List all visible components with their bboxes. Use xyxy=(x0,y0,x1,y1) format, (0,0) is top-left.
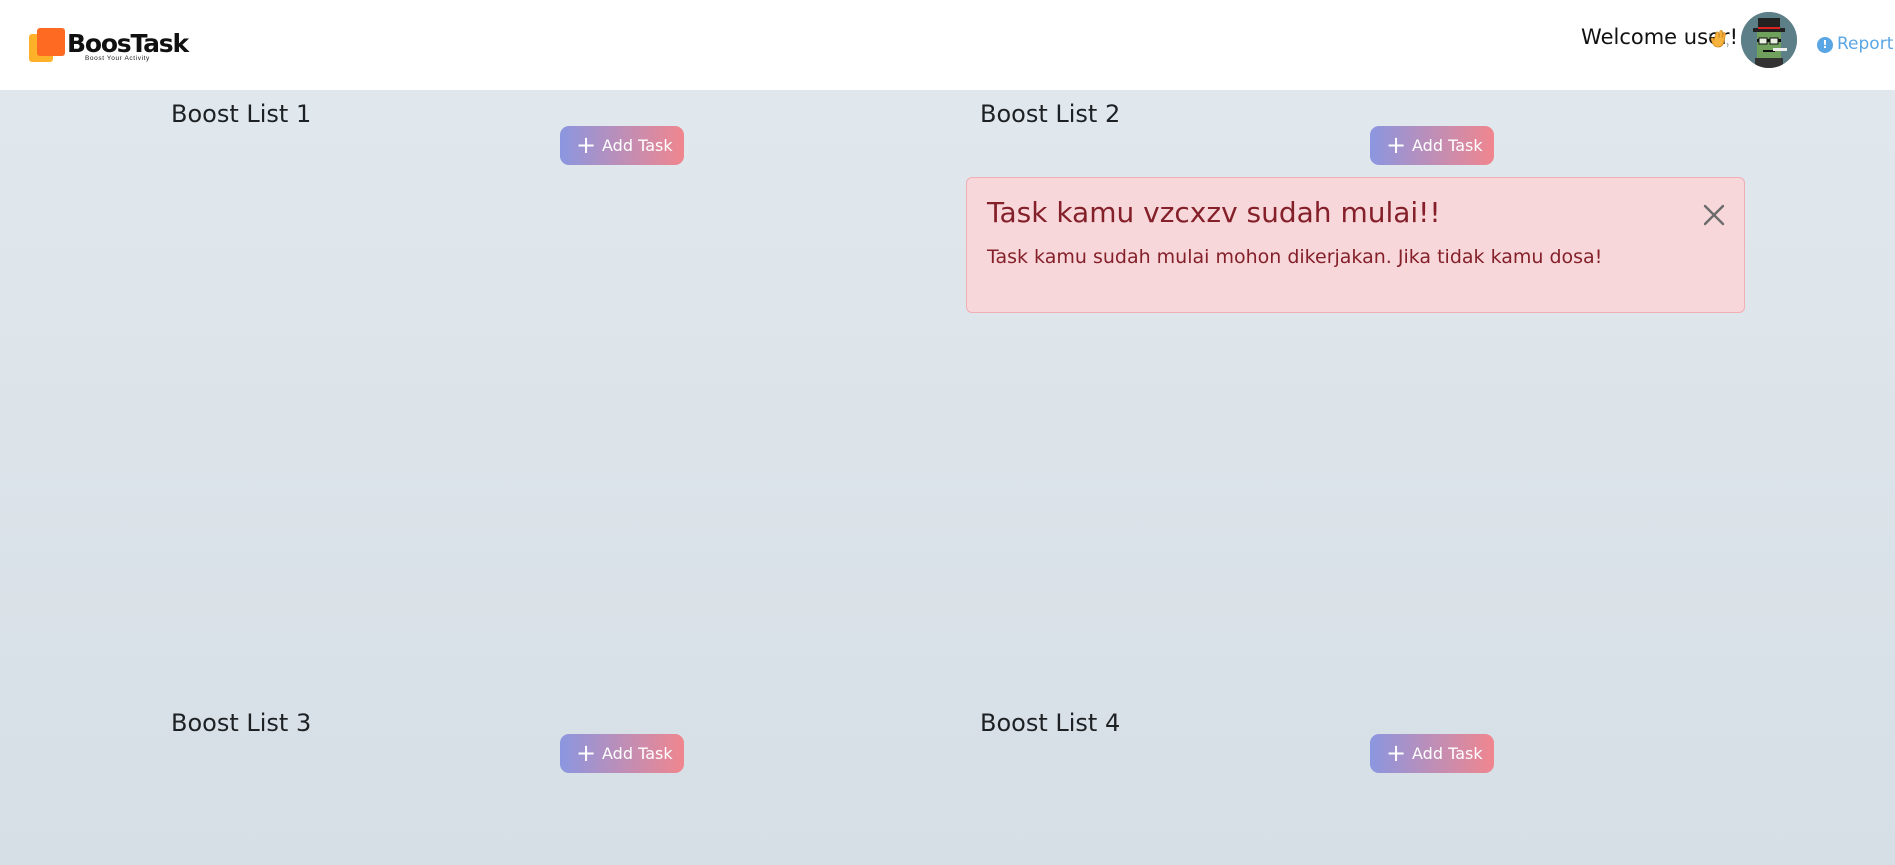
add-task-button-3[interactable]: + Add Task xyxy=(560,734,684,773)
plus-icon: + xyxy=(576,739,597,767)
task-started-alert: Task kamu vzcxzv sudah mulai!! Task kamu… xyxy=(966,177,1745,313)
add-task-button-4[interactable]: + Add Task xyxy=(1370,734,1494,773)
top-navbar: BoosTask Boost Your Activity Welcome use… xyxy=(0,0,1895,90)
report-label: Report xyxy=(1837,34,1894,54)
plus-icon: + xyxy=(1386,739,1407,767)
add-task-label: Add Task xyxy=(602,744,673,763)
avatar-image xyxy=(1741,12,1797,68)
user-avatar[interactable] xyxy=(1741,12,1797,68)
add-task-label: Add Task xyxy=(1412,744,1483,763)
list-title-2: Boost List 2 xyxy=(980,100,1121,128)
close-icon[interactable] xyxy=(1701,202,1727,228)
logo-mark-icon xyxy=(29,28,65,64)
waving-hand-icon xyxy=(1709,29,1729,48)
alert-title: Task kamu vzcxzv sudah mulai!! xyxy=(987,196,1441,229)
alert-message: Task kamu sudah mulai mohon dikerjakan. … xyxy=(987,246,1603,268)
brand-logo[interactable]: BoosTask Boost Your Activity xyxy=(29,28,189,64)
list-title-1: Boost List 1 xyxy=(171,100,312,128)
add-task-button-1[interactable]: + Add Task xyxy=(560,126,684,165)
add-task-label: Add Task xyxy=(1412,136,1483,155)
list-title-4: Boost List 4 xyxy=(980,709,1121,737)
add-task-button-2[interactable]: + Add Task xyxy=(1370,126,1494,165)
brand-tagline: Boost Your Activity xyxy=(85,55,150,62)
add-task-label: Add Task xyxy=(602,136,673,155)
info-icon: ! xyxy=(1817,37,1833,53)
report-link[interactable]: ! Report xyxy=(1817,34,1893,54)
plus-icon: + xyxy=(1386,131,1407,159)
brand-name: BoosTask xyxy=(67,29,189,58)
plus-icon: + xyxy=(576,131,597,159)
list-title-3: Boost List 3 xyxy=(171,709,312,737)
